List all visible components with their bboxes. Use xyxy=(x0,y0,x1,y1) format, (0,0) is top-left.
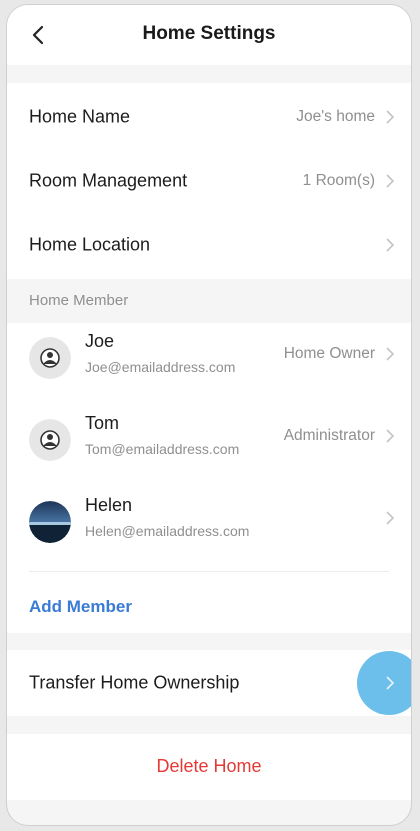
settings-card: Home Name Joe's home Room Management 1 R… xyxy=(7,83,411,279)
member-row-tom[interactable]: Tom Tom@emailaddress.com Administrator xyxy=(7,405,411,483)
room-management-label: Room Management xyxy=(29,170,188,191)
home-name-value: Joe's home xyxy=(296,108,375,125)
chevron-right-icon xyxy=(386,347,395,361)
chevron-right-icon xyxy=(386,676,395,690)
member-name: Joe xyxy=(85,331,115,351)
chevron-right-icon xyxy=(386,238,395,252)
default-user-avatar xyxy=(29,337,71,379)
transfer-ownership-label: Transfer Home Ownership xyxy=(29,672,240,693)
member-email: Helen@emailaddress.com xyxy=(85,523,250,539)
home-name-row[interactable]: Home Name Joe's home xyxy=(7,85,411,149)
member-name: Tom xyxy=(85,413,120,433)
header-bar: Home Settings xyxy=(7,5,411,65)
chevron-right-icon xyxy=(386,429,395,443)
delete-home-button[interactable]: Delete Home xyxy=(7,756,411,777)
members-card: Joe Joe@emailaddress.com Home Owner Tom … xyxy=(7,323,411,633)
member-row-joe[interactable]: Joe Joe@emailaddress.com Home Owner xyxy=(7,323,411,401)
transfer-card: Transfer Home Ownership xyxy=(7,650,411,716)
home-name-label: Home Name xyxy=(29,106,131,127)
add-member-button[interactable]: Add Member xyxy=(29,597,132,617)
home-location-label: Home Location xyxy=(29,234,151,255)
home-location-row[interactable]: Home Location xyxy=(7,213,411,277)
delete-card: Delete Home xyxy=(7,734,411,800)
member-role: Administrator xyxy=(283,427,375,444)
transfer-ownership-row[interactable]: Transfer Home Ownership xyxy=(7,651,411,715)
member-name: Helen xyxy=(85,495,133,515)
member-row-helen[interactable]: Helen Helen@emailaddress.com xyxy=(7,487,411,565)
default-user-avatar xyxy=(29,419,71,461)
phone-frame: Home Settings Home Name Joe's home Room … xyxy=(6,4,412,826)
divider xyxy=(29,571,389,572)
home-member-section-label: Home Member xyxy=(29,292,129,309)
chevron-right-icon xyxy=(386,511,395,525)
member-role: Home Owner xyxy=(283,345,375,362)
member-email: Tom@emailaddress.com xyxy=(85,441,240,457)
page-title: Home Settings xyxy=(142,23,276,44)
room-management-row[interactable]: Room Management 1 Room(s) xyxy=(7,149,411,213)
member-email: Joe@emailaddress.com xyxy=(85,359,236,375)
landscape-photo-avatar xyxy=(29,501,71,543)
room-management-value: 1 Room(s) xyxy=(302,172,375,189)
chevron-right-icon xyxy=(386,174,395,188)
chevron-right-icon xyxy=(386,110,395,124)
